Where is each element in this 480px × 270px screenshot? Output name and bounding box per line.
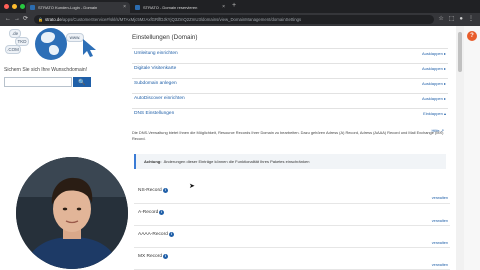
domain-settings-panel: Einstellungen (Domain) Umleitung einrich… [104,26,456,270]
page-scrollbar[interactable] [456,26,464,270]
bubble-com: .COM [5,45,21,54]
tab-strato-login[interactable]: STRATO Kunden-Login - Domain × [26,2,130,13]
record-mx: MX Record i verwalten [134,250,450,270]
accordion-label: Digitale Visitenkarte [134,66,177,71]
toolbar-icons: ☆ ⬚ ● ⋮ [438,16,474,22]
accordion-label: Umleitung einrichten [134,51,178,56]
info-icon[interactable]: i [163,254,168,259]
accordion-umleitung[interactable]: Umleitung einrichten Ausklappen ▸ [132,48,448,58]
record-name: MX Record i [138,254,168,259]
webcam-overlay [16,157,128,269]
domain-search-button[interactable]: 🔍 [73,77,91,87]
collapse-link[interactable]: Einklappen ▴ [423,111,448,116]
record-aaaa: AAAA-Record i verwalten [134,228,450,248]
domain-search-input[interactable] [4,77,72,87]
presenter-video-image [16,157,128,269]
expand-link[interactable]: Ausklappen ▸ [422,96,448,101]
forward-button[interactable]: → [14,16,20,22]
right-gutter [464,26,480,270]
scrollbar-thumb[interactable] [458,32,462,72]
warning-label: Achtung: [144,159,162,164]
record-name: AAAA-Record i [138,232,174,237]
minimize-window-button[interactable] [12,4,17,9]
accordion-autodiscover[interactable]: AutoDiscover einrichten Ausklappen ▸ [132,93,448,103]
lock-icon: 🔒 [38,17,43,22]
strato-favicon-icon [30,5,35,10]
accordion-visitenkarte[interactable]: Digitale Visitenkarte Ausklappen ▸ [132,63,448,73]
accordion-label: Subdomain anlegen [134,81,177,86]
close-tab-icon[interactable]: × [222,5,225,10]
globe-icon [35,28,67,60]
tab-title: STRATO - Domain reservieren [143,5,198,10]
pointer-cursor-icon [83,39,96,57]
new-tab-button[interactable]: + [232,2,236,9]
expand-link[interactable]: Ausklappen ▸ [422,81,448,86]
accordion-subdomain[interactable]: Subdomain anlegen Ausklappen ▸ [132,78,448,88]
section-title: Einstellungen (Domain) [132,34,198,41]
warning-text: Änderungen dieser Einträge können die Fu… [163,159,310,164]
manage-link[interactable]: verwalten [432,196,448,200]
record-a: A-Record i verwalten [134,206,450,226]
expand-link[interactable]: Ausklappen ▸ [422,51,448,56]
close-window-button[interactable] [4,4,9,9]
star-icon[interactable]: ☆ [438,16,443,22]
accordion-dns[interactable]: DNS Einstellungen Einklappen ▴ [132,108,448,118]
mouse-cursor-icon: ➤ [189,183,195,190]
manage-link[interactable]: verwalten [432,263,448,267]
reload-button[interactable]: ⟳ [23,16,28,22]
search-icon: 🔍 [78,79,86,86]
profile-icon[interactable]: ● [459,16,463,22]
strato-favicon-icon [135,5,140,10]
browser-tab-bar: STRATO Kunden-Login - Domain × STRATO - … [0,0,480,13]
tab-title: STRATO Kunden-Login - Domain [38,5,98,10]
record-name: A-Record i [138,210,165,215]
accordion-label: DNS Einstellungen [134,111,175,116]
help-badge[interactable]: ? [467,31,477,41]
info-icon[interactable]: i [162,188,168,193]
menu-icon[interactable]: ⋮ [468,16,474,22]
dns-description: Die DNS-Verwaltung bietet Ihnen die Mögl… [132,130,444,141]
maximize-window-button[interactable] [20,4,25,9]
manage-link[interactable]: verwalten [432,219,448,223]
warning-box: Achtung: Änderungen dieser Einträge könn… [134,154,446,169]
info-icon[interactable]: i [159,210,165,215]
url-text: strato.de/apps/CustomerService#/skl/s/MT… [45,17,301,22]
url-path: /apps/CustomerService#/skl/s/MTAxMjc5MzA… [61,17,302,22]
record-name: NS-Record i [138,188,168,193]
url-host: strato.de [44,17,62,22]
window-controls [4,4,25,9]
close-tab-icon[interactable]: × [123,5,126,10]
tab-domain-reservieren[interactable]: STRATO - Domain reservieren × [131,2,229,13]
accordion-label: AutoDiscover einrichten [134,96,185,101]
promo-tagline: Sichern Sie sich Ihre Wunschdomain! [4,67,88,73]
screen: STRATO Kunden-Login - Domain × STRATO - … [0,0,480,270]
record-ns: NS-Record i verwalten [134,184,450,204]
address-bar[interactable]: 🔒 strato.de/apps/CustomerService#/skl/s/… [34,15,434,24]
manage-link[interactable]: verwalten [432,241,448,245]
extension-icon[interactable]: ⬚ [449,16,455,22]
browser-toolbar: ← → ⟳ 🔒 strato.de/apps/CustomerService#/… [0,13,480,26]
back-button[interactable]: ← [5,16,11,22]
info-icon[interactable]: i [168,232,174,237]
expand-link[interactable]: Ausklappen ▸ [422,66,448,71]
